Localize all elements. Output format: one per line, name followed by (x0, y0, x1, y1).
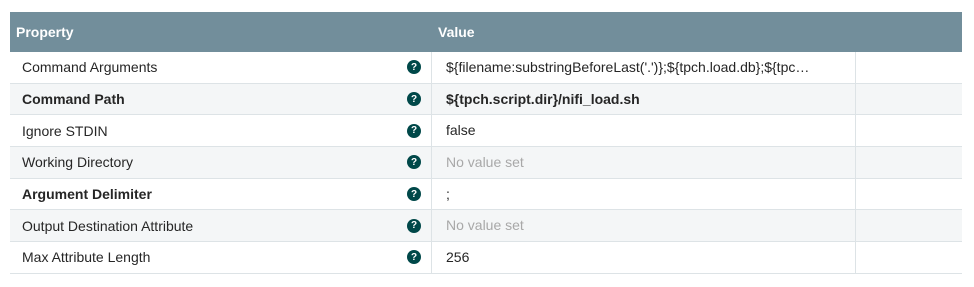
help-icon[interactable]: ? (407, 218, 421, 233)
property-value[interactable]: No value set (432, 210, 856, 242)
property-name: Working Directory (22, 154, 133, 171)
table-row[interactable]: Working Directory ? No value set (10, 147, 962, 179)
property-cell: Command Path ? (10, 83, 432, 115)
property-cell: Working Directory ? (10, 147, 432, 178)
property-cell: Argument Delimiter ? (10, 178, 432, 210)
row-spacer (856, 210, 962, 241)
column-header-property[interactable]: Property (10, 12, 432, 52)
property-name: Max Attribute Length (22, 249, 151, 266)
property-value[interactable]: ${tpch.script.dir}/nifi_load.sh (432, 83, 856, 115)
row-spacer (856, 242, 962, 273)
property-name: Ignore STDIN (22, 122, 108, 139)
help-icon[interactable]: ? (407, 60, 421, 75)
property-name: Argument Delimiter (22, 186, 152, 203)
help-icon[interactable]: ? (407, 123, 421, 138)
property-name: Output Destination Attribute (22, 217, 194, 234)
property-cell: Max Attribute Length ? (10, 242, 432, 273)
property-value[interactable]: ; (432, 178, 856, 210)
row-spacer (856, 179, 962, 210)
table-row[interactable]: Command Path ? ${tpch.script.dir}/nifi_l… (10, 83, 962, 116)
help-icon[interactable]: ? (407, 92, 421, 107)
properties-table: Property Value Command Arguments ? ${fil… (10, 12, 962, 274)
table-row[interactable]: Output Destination Attribute ? No value … (10, 210, 962, 243)
help-icon[interactable]: ? (407, 250, 421, 265)
property-cell: Command Arguments ? (10, 52, 432, 83)
table-row[interactable]: Argument Delimiter ? ; (10, 178, 962, 211)
property-cell: Output Destination Attribute ? (10, 210, 432, 242)
column-header-value[interactable]: Value (432, 12, 962, 52)
table-row[interactable]: Ignore STDIN ? false (10, 115, 962, 148)
table-header: Property Value (10, 12, 962, 52)
property-value[interactable]: false (432, 115, 856, 147)
row-spacer (856, 147, 962, 178)
help-icon[interactable]: ? (407, 187, 421, 202)
table-row[interactable]: Max Attribute Length ? 256 (10, 242, 962, 274)
row-spacer (856, 115, 962, 146)
property-value[interactable]: No value set (432, 147, 856, 178)
help-icon[interactable]: ? (407, 155, 421, 170)
property-value[interactable]: ${filename:substringBeforeLast('.')};${t… (432, 52, 856, 83)
table-row[interactable]: Command Arguments ? ${filename:substring… (10, 52, 962, 84)
row-spacer (856, 84, 962, 115)
property-name: Command Path (22, 91, 125, 108)
property-cell: Ignore STDIN ? (10, 115, 432, 147)
row-spacer (856, 52, 962, 83)
property-name: Command Arguments (22, 59, 158, 76)
property-value[interactable]: 256 (432, 242, 856, 273)
